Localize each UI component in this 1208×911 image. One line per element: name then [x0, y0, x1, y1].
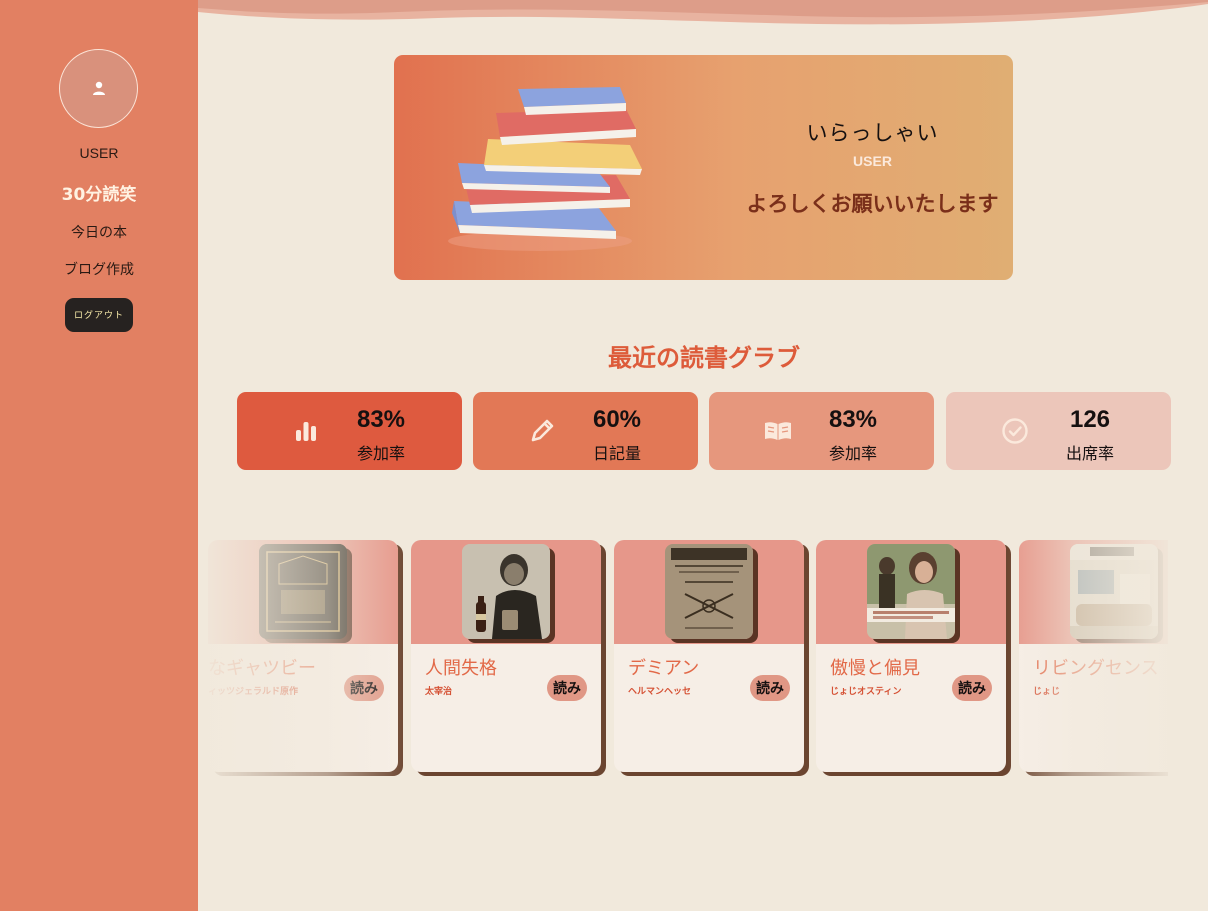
book-stack-illustration: [448, 87, 642, 251]
read-button[interactable]: 読み: [750, 675, 790, 701]
gatsby-cover-art: [259, 544, 347, 639]
book-title: なギャツビー: [208, 658, 316, 679]
stat-label: 日記量: [592, 444, 641, 463]
pride-and-prejudice-cover-art: [867, 544, 955, 639]
welcome-banner: いらっしゃい USER よろしくお願いいたします: [394, 55, 1013, 280]
book-carousel[interactable]: なギャツビー ィッツジェラルド原作 読み 人間失格 太宰治 読み デミアン ヘル…: [208, 530, 1168, 790]
sidebar: USER 30分読笑 今日の本 ブログ作成 ログアウト: [0, 0, 198, 911]
book-title: デミアン: [628, 658, 700, 679]
stat-card-diary: 60% 日記量: [473, 392, 698, 470]
stat-value: 83%: [356, 406, 406, 433]
bar-chart-icon: [296, 422, 316, 441]
stat-card-participation: 83% 参加率: [237, 392, 462, 470]
stat-label: 参加率: [828, 444, 877, 463]
read-button[interactable]: 読み: [547, 675, 587, 701]
open-book-icon: [765, 422, 791, 440]
stat-value: 60%: [592, 406, 642, 433]
welcome-message: よろしくお願いいたします: [746, 192, 999, 216]
book-card[interactable]: デミアン ヘルマンヘッセ 読み: [614, 540, 804, 772]
header-wave-decoration: [198, 0, 1208, 25]
read-button[interactable]: 読み: [344, 675, 384, 701]
book-author: じょじ: [1033, 687, 1061, 697]
book-title: 人間失格: [425, 658, 497, 679]
nav-item-today-book[interactable]: 今日の本: [0, 222, 198, 242]
reading-graph-title: 最近の読書グラブ: [608, 344, 800, 372]
pencil-icon: [531, 419, 554, 442]
stat-card-reading: 83% 参加率: [709, 392, 934, 470]
avatar[interactable]: [59, 49, 138, 128]
logout-button[interactable]: ログアウト: [65, 298, 133, 332]
welcome-username: USER: [853, 153, 892, 169]
stat-card-attendance: 126 出席率: [946, 392, 1171, 470]
book-cover-image: [867, 544, 955, 639]
ningen-shikkaku-cover-art: [462, 544, 550, 639]
user-icon: [93, 81, 105, 95]
book-author: ヘルマンヘッセ: [628, 687, 692, 697]
stat-label: 参加率: [356, 444, 405, 463]
book-title: 傲慢と偏見: [830, 658, 920, 679]
book-card[interactable]: なギャツビー ィッツジェラルド原作 読み: [208, 540, 398, 772]
book-title: リビングセンス: [1033, 658, 1159, 679]
book-author: じょじオスティン: [830, 687, 902, 697]
book-card[interactable]: 傲慢と偏見 じょじオスティン 読み: [816, 540, 1006, 772]
book-cover-image: [259, 544, 347, 639]
read-button[interactable]: 読み: [952, 675, 992, 701]
check-circle-icon: [1002, 418, 1028, 444]
book-card[interactable]: リビングセンス じょじ: [1019, 540, 1168, 772]
stat-label: 出席率: [1065, 444, 1114, 463]
living-sense-cover-art: [1070, 544, 1158, 639]
demian-cover-art: [665, 544, 753, 639]
nav-item-blog-create[interactable]: ブログ作成: [0, 259, 198, 279]
book-author: 太宰治: [425, 687, 453, 697]
book-cover-image: [665, 544, 753, 639]
book-author: ィッツジェラルド原作: [208, 687, 299, 697]
book-card[interactable]: 人間失格 太宰治 読み: [411, 540, 601, 772]
brand-title[interactable]: 30分読笑: [0, 180, 198, 205]
welcome-greeting: いらっしゃい: [806, 121, 939, 145]
book-cover-image: [1070, 544, 1158, 639]
sidebar-username: USER: [79, 145, 119, 161]
stat-value: 83%: [828, 406, 878, 433]
book-cover-image: [462, 544, 550, 639]
stat-value: 126: [1069, 406, 1111, 433]
